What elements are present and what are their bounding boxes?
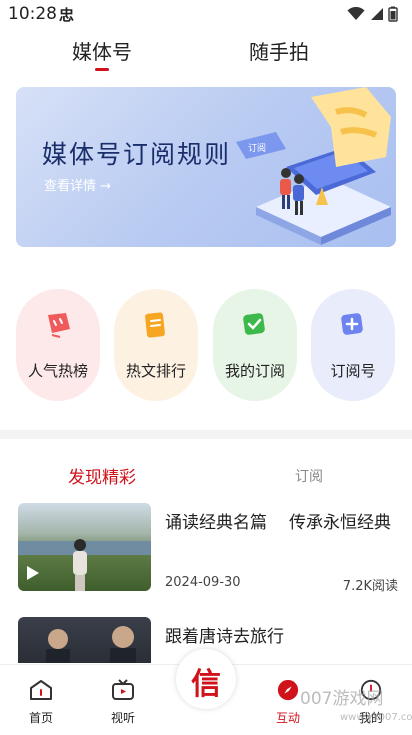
watermark-text: 007游戏网 — [300, 689, 384, 709]
center-feature-button[interactable]: 信 — [176, 649, 236, 709]
entry-hot-rank[interactable]: 人气热榜 — [16, 289, 100, 401]
watermark-url: www.yx007.com — [340, 712, 412, 723]
status-icons — [347, 6, 398, 22]
entry-my-subscription[interactable]: 我的订阅 — [213, 289, 297, 401]
article-title-part1: 诵读经典名篇 — [165, 513, 267, 533]
entry-my-subscription-label: 我的订阅 — [224, 362, 285, 380]
nav-interact-label: 互动 — [275, 711, 300, 725]
compass-icon — [277, 679, 299, 701]
article-item[interactable]: 诵读经典名篇 传承永恒经典 2024-09-30 7.2K阅读 — [0, 503, 412, 594]
status-time: 10:28 — [8, 4, 57, 24]
article-title-part2: 传承永恒经典 — [289, 513, 391, 533]
active-tab-indicator — [95, 68, 109, 71]
nav-video-label: 视听 — [110, 711, 135, 725]
entry-hot-rank-label: 人气热榜 — [27, 362, 88, 380]
my-subscription-icon — [243, 313, 265, 335]
subscription-account-icon — [341, 313, 363, 335]
home-icon — [30, 680, 52, 700]
tv-icon — [112, 679, 134, 700]
banner-title: 媒体号订阅规则 — [42, 140, 232, 169]
entry-subscription-account[interactable]: 订阅号 — [311, 289, 395, 401]
quick-entries: 人气热榜 热文排行 我的订阅 订阅号 — [0, 289, 412, 401]
thumbnail-scene — [46, 626, 136, 663]
entry-article-rank[interactable]: 热文排行 — [114, 289, 198, 401]
illustration-badge-text: 订阅 — [248, 143, 266, 154]
banner-detail-link[interactable]: 查看详情 → — [44, 175, 111, 194]
nav-video[interactable]: 视听 — [93, 679, 153, 726]
tab-discover[interactable]: 发现精彩 — [68, 463, 136, 488]
promo-banner[interactable]: 媒体号订阅规则 查看详情 → 订阅 — [16, 87, 396, 247]
article-title: 跟着唐诗去旅行 — [165, 627, 284, 647]
article-rank-icon — [145, 312, 165, 338]
battery-icon — [388, 6, 398, 22]
top-tabs: 媒体号 随手拍 — [0, 30, 412, 78]
article-date: 2024-09-30 — [165, 575, 241, 590]
nav-home[interactable]: 首页 — [11, 679, 71, 726]
tab-snapshot[interactable]: 随手拍 — [249, 36, 309, 65]
center-logo-icon: 信 — [191, 667, 221, 702]
nav-home-label: 首页 — [28, 711, 53, 725]
entry-article-rank-label: 热文排行 — [125, 362, 186, 380]
notification-icon: 忠 — [59, 6, 75, 24]
entry-subscription-account-label: 订阅号 — [330, 362, 376, 380]
tab-media-account[interactable]: 媒体号 — [72, 36, 132, 65]
article-thumbnail — [18, 617, 151, 663]
signal-icon — [371, 8, 383, 20]
article-thumbnail — [18, 503, 151, 591]
hot-rank-icon — [48, 313, 70, 338]
section-divider — [0, 430, 412, 439]
tab-subscribed[interactable]: 订阅 — [295, 466, 323, 486]
subscription-illustration: 订阅 — [236, 87, 391, 245]
article-title: 诵读经典名篇 传承永恒经典 — [165, 509, 397, 537]
status-bar: 10:28 忠 — [0, 0, 412, 30]
wifi-icon — [347, 7, 365, 20]
article-read-count: 7.2K阅读 — [342, 579, 398, 594]
play-icon[interactable] — [26, 565, 40, 581]
